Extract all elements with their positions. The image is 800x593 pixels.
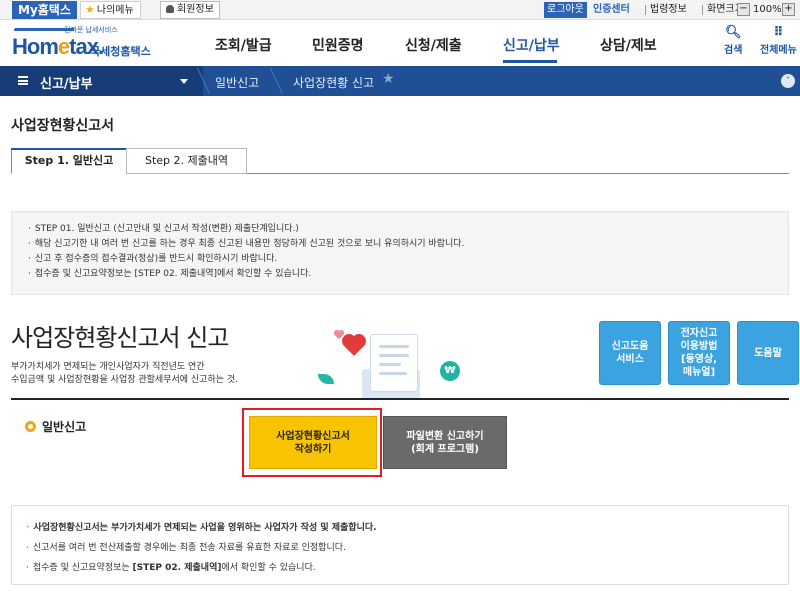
heart-icon [344, 336, 364, 356]
search-icon: 🔍︎ [724, 25, 742, 40]
search-button[interactable]: 🔍︎ 검색 [724, 25, 742, 56]
won-coin-icon: ₩ [440, 361, 460, 381]
star-icon: ★ [85, 3, 95, 16]
menu-title: 신고/납부 [40, 77, 93, 92]
utility-bar: My홈택스 ★ 나의메뉴 회원정보 로그아웃 인증센터 법령정보 화면크기 − 1… [0, 0, 800, 20]
filing-help-service-button[interactable]: 신고도움 서비스 [599, 321, 661, 385]
expand-chevron-icon[interactable]: ˅ [781, 74, 795, 88]
section-divider [11, 398, 789, 400]
file-convert-filing-button[interactable]: 파일변환 신고하기 (회계 프로그램) [383, 416, 507, 469]
breadcrumb-general-filing[interactable]: 일반신고 [215, 74, 259, 91]
breadcrumb-divider [269, 68, 284, 94]
search-label: 검색 [724, 45, 743, 56]
info-line: STEP 01. 일반신고 (신고안내 및 신고서 작성(변환) 제출단계입니다… [28, 222, 788, 237]
site-header: 전자문 납세서비스 Hometax. 국세청홈택스 조회/발급 민원증명 신청/… [0, 21, 800, 66]
guide-info-box: STEP 01. 일반신고 (신고안내 및 신고서 작성(변환) 제출단계입니다… [11, 211, 789, 295]
zoom-value: 100% [753, 4, 782, 15]
hamburger-icon [18, 76, 28, 85]
my-menu-label: 나의메뉴 [96, 5, 134, 16]
write-report-button[interactable]: 사업장현황신고서 작성하기 [249, 416, 377, 469]
document-illustration-icon: ₩ [312, 329, 472, 401]
cert-center-link[interactable]: 인증센터 [593, 2, 630, 18]
menu-dropdown[interactable]: 신고/납부 [0, 66, 203, 96]
logout-button[interactable]: 로그아웃 [544, 2, 587, 18]
my-hometax-link[interactable]: My홈택스 [12, 1, 77, 19]
breadcrumb-business-status[interactable]: 사업장현황 신고 [293, 74, 374, 91]
nav-inquiry[interactable]: 조회/발급 [215, 35, 272, 55]
efiling-guide-button[interactable]: 전자신고 이용방법 [동영상, 매뉴얼] [668, 321, 730, 385]
my-menu-button[interactable]: ★ 나의메뉴 [80, 1, 141, 19]
chevron-down-icon [180, 79, 188, 84]
notice-box: 사업장현황신고서는 부가가치세가 면제되는 사업을 영위하는 사업자가 작성 및… [11, 505, 789, 585]
notice-line: 접수증 및 신고요약정보는 [STEP 02. 제출내역]에서 확인할 수 있습… [26, 558, 788, 578]
notice-line: 신고서를 여러 번 전산제출할 경우에는 최종 전송 자료를 유효한 자료로 인… [26, 538, 788, 558]
page-title: 사업장현황신고서 [11, 118, 115, 134]
nav-report-pay[interactable]: 신고/납부 [503, 35, 560, 55]
divider [645, 5, 646, 15]
help-button[interactable]: 도움말 [737, 321, 799, 385]
tab-step1-general-filing[interactable]: Step 1. 일반신고 [11, 148, 127, 174]
leaf-icon [318, 374, 334, 384]
all-menu-label: 전체메뉴 [760, 45, 797, 56]
location-bar: 신고/납부 일반신고 사업장현황 신고 ★ ˅ [0, 66, 800, 96]
person-icon [166, 5, 174, 13]
hometax-logo[interactable]: 전자문 납세서비스 Hometax. 국세청홈택스 [11, 25, 162, 63]
info-line: 신고 후 접수증의 접수결과(정상)를 반드시 확인하시기 바랍니다. [28, 252, 788, 267]
nav-civil-certificate[interactable]: 민원증명 [312, 35, 364, 55]
grid-icon: ⠿ [773, 25, 784, 40]
hero-title: 사업장현황신고서 신고 [11, 324, 229, 352]
hero-description: 부가가치세가 면제되는 개인사업자가 직전년도 연간 수입금액 및 사업장현황을… [11, 362, 239, 385]
nav-consult-report[interactable]: 상담/제보 [600, 35, 657, 55]
member-info-button[interactable]: 회원정보 [160, 1, 220, 19]
zoom-in-button[interactable]: + [782, 3, 795, 16]
info-line: 접수증 및 신고요약정보는 [STEP 02. 제출내역]에서 확인할 수 있습… [28, 267, 788, 282]
document-sheet-icon [370, 334, 418, 392]
zoom-out-button[interactable]: − [737, 3, 750, 16]
divider [702, 5, 703, 15]
nav-active-indicator [503, 60, 557, 63]
favorite-star-icon[interactable]: ★ [382, 71, 395, 87]
bullet-circle-icon [25, 421, 36, 432]
all-menu-button[interactable]: ⠿ 전체메뉴 [760, 25, 797, 56]
tab-step2-submission-history[interactable]: Step 2. 제출내역 [126, 148, 247, 174]
notice-line: 사업장현황신고서는 부가가치세가 면제되는 사업을 영위하는 사업자가 작성 및… [26, 518, 788, 538]
member-info-label: 회원정보 [177, 4, 214, 15]
info-line: 해당 신고기한 내 여러 번 신고를 하는 경우 최종 신고된 내용만 정당하게… [28, 237, 788, 252]
law-info-link[interactable]: 법령정보 [650, 2, 687, 18]
general-filing-label: 일반신고 [42, 420, 87, 434]
logo-subtitle: 국세청홈택스 [90, 45, 151, 58]
nav-apply-submit[interactable]: 신청/제출 [405, 35, 462, 55]
